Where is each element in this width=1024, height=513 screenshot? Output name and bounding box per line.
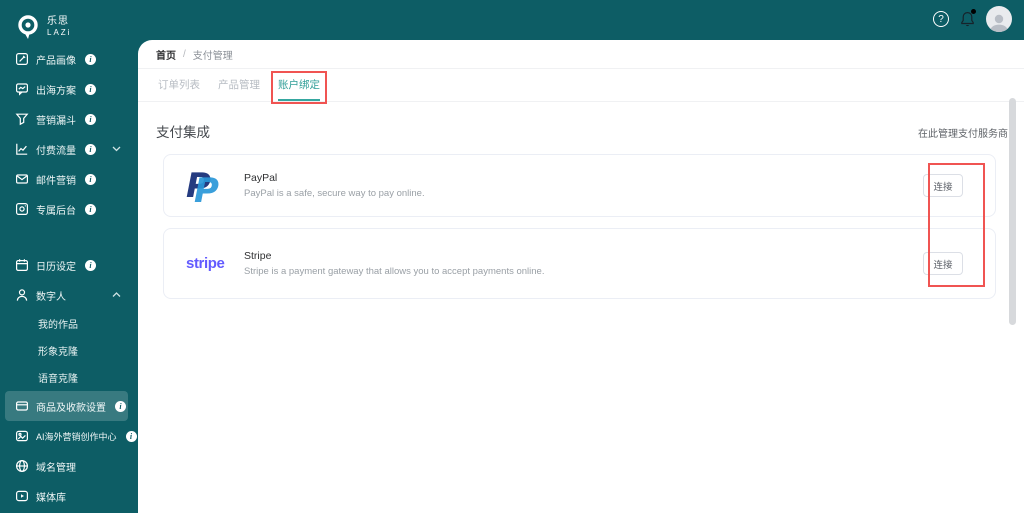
sidebar-subitem-my-works[interactable]: 我的作品 (0, 310, 133, 337)
tab-bar: 订单列表 产品管理 账户绑定 (138, 68, 1024, 104)
provider-description: Stripe is a payment gateway that allows … (244, 266, 545, 277)
sidebar-subitem-avatar-clone[interactable]: 形象克隆 (0, 337, 133, 364)
sidebar-item-paid-traffic[interactable]: 付费流量 i (0, 134, 133, 164)
calendar-icon (15, 258, 29, 272)
chat-chart-icon (15, 82, 29, 96)
breadcrumb-current: 支付管理 (192, 51, 233, 62)
provider-name: PayPal (244, 172, 278, 184)
camera-square-icon (15, 202, 29, 216)
person-icon (15, 288, 29, 302)
credit-card-icon (15, 399, 29, 413)
sidebar-menu: 产品画像 i 出海方案 i 营销漏斗 i 付费流量 i 邮件营销 i 专属后台 … (0, 44, 137, 511)
photo-icon (15, 429, 29, 443)
provider-name: Stripe (244, 250, 272, 262)
breadcrumb: 首页 / 支付管理 (138, 40, 1024, 69)
tab-account-binding[interactable]: 账户绑定 (271, 68, 327, 104)
sidebar-item-digital-human[interactable]: 数字人 (0, 280, 133, 310)
info-icon[interactable]: i (115, 400, 126, 412)
lazi-logo-icon (15, 13, 41, 41)
provider-card-paypal: P P PayPal PayPal is a safe, secure way … (163, 154, 996, 217)
tab-product-management[interactable]: 产品管理 (218, 68, 260, 101)
scrollbar-thumb[interactable] (1009, 98, 1016, 325)
sidebar-subitem-voice-clone[interactable]: 语音克隆 (0, 364, 133, 391)
sidebar-item-overseas-plan[interactable]: 出海方案 i (0, 74, 133, 104)
sidebar-item-exclusive-backend[interactable]: 专属后台 i (0, 194, 133, 224)
active-tab-underline (278, 99, 320, 101)
sidebar-item-domain-management[interactable]: 域名管理 (0, 451, 133, 481)
info-icon[interactable]: i (85, 143, 96, 155)
info-icon[interactable]: i (85, 53, 96, 65)
info-icon[interactable]: i (85, 203, 96, 215)
topbar-actions: ? (933, 5, 1012, 33)
bell-icon[interactable] (960, 8, 976, 28)
info-icon[interactable]: i (85, 83, 96, 95)
globe-icon (15, 459, 29, 473)
brand-name-en: LAZi (47, 27, 72, 37)
menu-divider-space (0, 224, 133, 250)
app-window: 乐思 LAZi 产品画像 i 出海方案 i 营销漏斗 i 付费流量 i 邮件营销… (0, 0, 1024, 513)
paypal-logo-icon: P P (186, 166, 228, 206)
connect-paypal-button[interactable]: 连接 (923, 174, 963, 197)
envelope-icon (15, 172, 29, 186)
provider-description: PayPal is a safe, secure way to pay onli… (244, 188, 425, 199)
connect-stripe-button[interactable]: 连接 (923, 252, 963, 275)
provider-list: P P PayPal PayPal is a safe, secure way … (138, 154, 1024, 299)
provider-card-stripe: stripe Stripe Stripe is a payment gatewa… (163, 228, 996, 299)
info-icon[interactable]: i (85, 113, 96, 125)
line-chart-icon (15, 142, 29, 156)
sidebar-item-product-portrait[interactable]: 产品画像 i (0, 44, 133, 74)
sidebar-item-products-payment-settings[interactable]: 商品及收款设置 i (5, 391, 128, 421)
svg-text:P: P (194, 171, 219, 206)
brand-name-cn: 乐思 (47, 15, 69, 27)
breadcrumb-separator: / (183, 49, 186, 60)
breadcrumb-home[interactable]: 首页 (156, 47, 176, 62)
manage-providers-hint: 在此管理支付服务商 (918, 129, 1008, 140)
info-icon[interactable]: i (85, 173, 96, 185)
sidebar-item-media-library[interactable]: 媒体库 (0, 481, 133, 511)
edit-square-icon (15, 52, 29, 66)
sidebar: 乐思 LAZi 产品画像 i 出海方案 i 营销漏斗 i 付费流量 i 邮件营销… (0, 0, 137, 513)
chevron-down-icon[interactable] (112, 146, 121, 152)
sidebar-item-ai-overseas-creation-center[interactable]: AI海外营销创作中心 i (0, 421, 137, 451)
brand-logo[interactable]: 乐思 LAZi (0, 0, 133, 44)
info-icon[interactable]: i (85, 259, 96, 271)
page-title: 支付集成 (156, 125, 210, 140)
sidebar-item-calendar-settings[interactable]: 日历设定 i (0, 250, 133, 280)
content-panel: 首页 / 支付管理 订单列表 产品管理 账户绑定 支付集成 在此管理支付服务商 … (138, 40, 1024, 513)
chevron-up-icon[interactable] (112, 292, 121, 298)
funnel-icon (15, 112, 29, 126)
sidebar-item-marketing-funnel[interactable]: 营销漏斗 i (0, 104, 133, 134)
tab-order-list[interactable]: 订单列表 (158, 68, 200, 101)
info-icon[interactable]: i (125, 430, 137, 442)
media-icon (15, 489, 29, 503)
stripe-logo-icon: stripe (186, 255, 225, 272)
avatar[interactable] (986, 6, 1012, 32)
notification-dot (971, 8, 976, 14)
sidebar-item-email-marketing[interactable]: 邮件营销 i (0, 164, 133, 194)
section-header: 支付集成 在此管理支付服务商 (138, 102, 1024, 154)
help-icon[interactable]: ? (933, 11, 949, 27)
